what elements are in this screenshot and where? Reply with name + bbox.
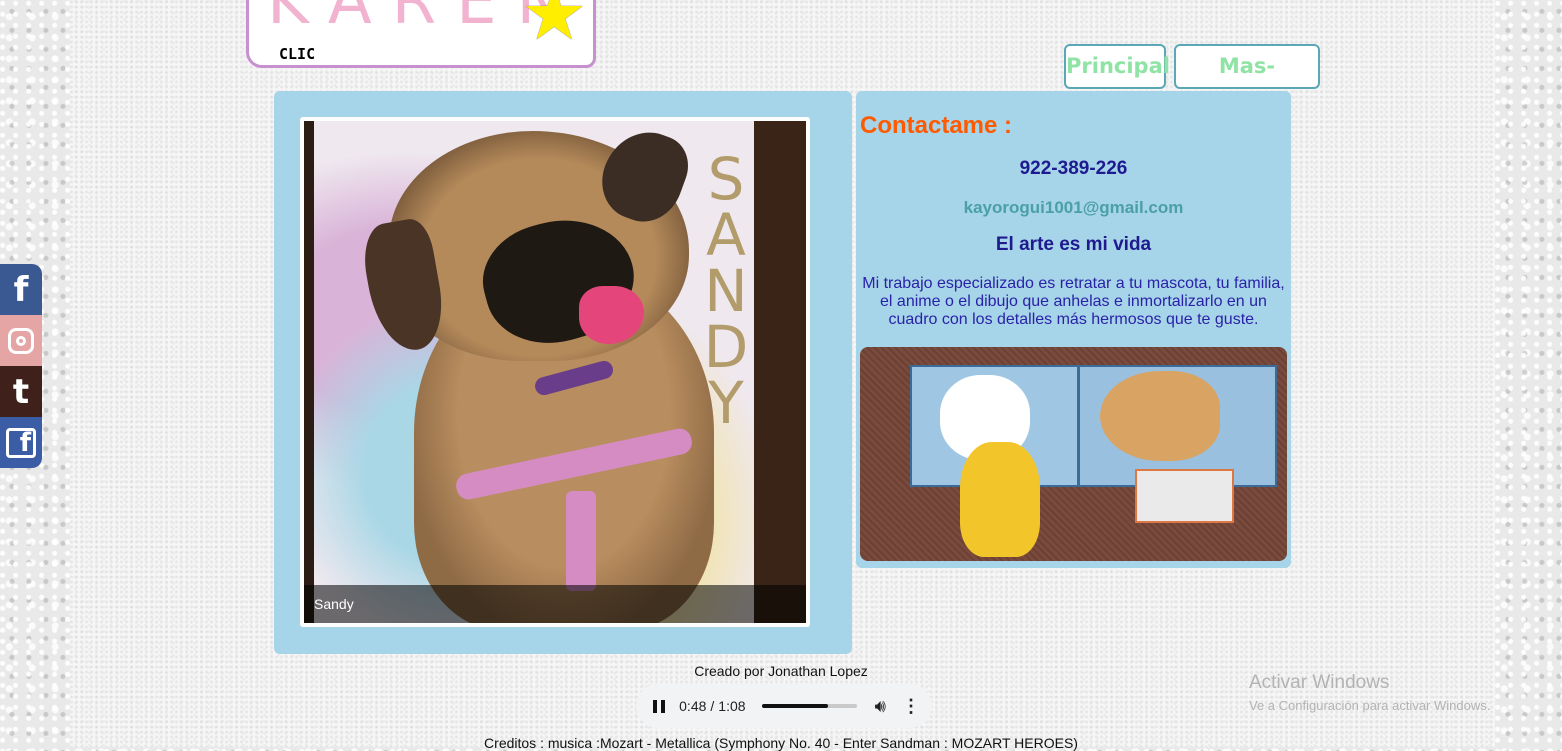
instagram-icon[interactable] (0, 315, 42, 366)
facebook-icon[interactable]: f (0, 264, 42, 315)
dog-painting-image: SANDY Sandy (304, 121, 806, 623)
contact-motto: El arte es mi vida (995, 234, 1152, 255)
nav-principal-button[interactable]: Principal (1064, 44, 1170, 89)
audio-current-time: 0:48 (679, 698, 707, 714)
slide-caption: Sandy (304, 585, 806, 623)
volume-icon[interactable]: 🔊︎ (875, 696, 886, 717)
nav-mas-dibujos-button[interactable]: Mas-dibujos (1174, 44, 1320, 119)
star-icon: ★ (521, 0, 588, 55)
contact-phone: 922-389-226 (1019, 158, 1128, 179)
more-options-icon[interactable]: ⋮ (902, 696, 920, 717)
contact-photo (860, 347, 1287, 561)
windows-activation-watermark: Activar Windows Ve a Configuración para … (1249, 672, 1491, 713)
site-logo[interactable]: KAREN ★ CLIC (246, 0, 596, 68)
audio-duration: 1:08 (718, 698, 746, 714)
music-credit: Creditos : musica :Mozart - Metallica (S… (484, 735, 1078, 751)
facebook-square-icon[interactable]: f (0, 417, 42, 468)
audio-progress-slider[interactable] (761, 704, 857, 708)
contact-email[interactable]: kayorogui1001@gmail.com (856, 198, 1291, 218)
tumblr-icon[interactable]: t (0, 366, 42, 417)
gallery-slide[interactable]: SANDY Sandy (300, 117, 810, 627)
pause-icon[interactable] (648, 694, 669, 718)
social-sidebar: f t f (0, 264, 42, 468)
contact-title: Contactame : (860, 112, 1013, 139)
logo-subtitle: CLIC (279, 45, 316, 63)
painting-lettering: SANDY (703, 145, 749, 437)
audio-player[interactable]: 0:48 / 1:08 🔊︎ ⋮ (636, 684, 932, 728)
contact-description: Mi trabajo especializado es retratar a t… (862, 275, 1285, 328)
